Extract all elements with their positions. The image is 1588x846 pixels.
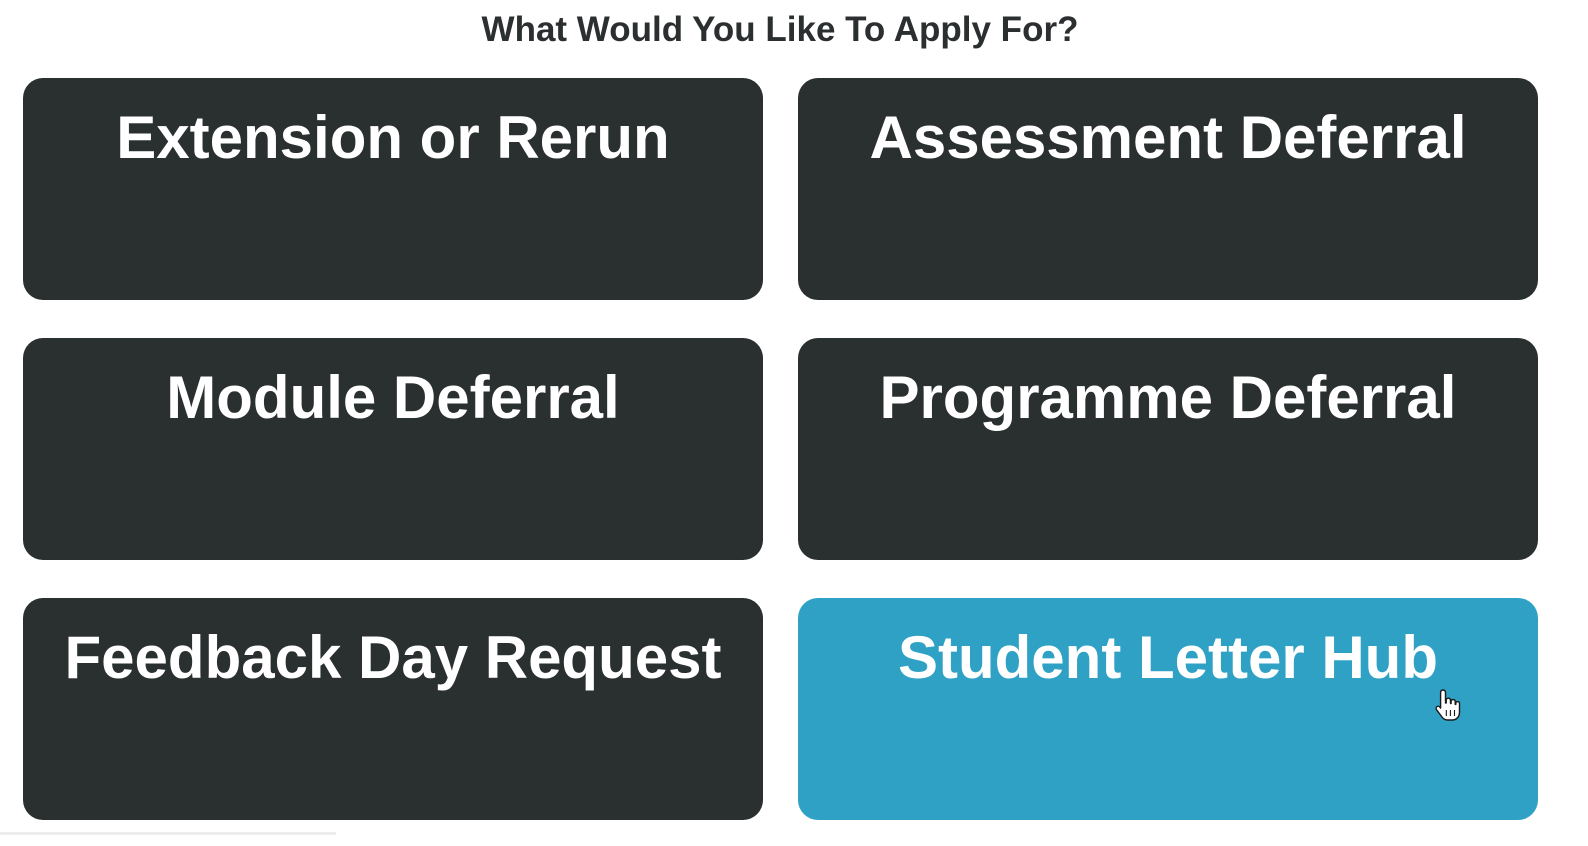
page-title: What Would You Like To Apply For?	[481, 10, 1079, 49]
student-letter-hub-button[interactable]: Student Letter Hub	[798, 598, 1538, 820]
feedback-day-request-button[interactable]: Feedback Day Request	[23, 598, 763, 820]
tile-label: Feedback Day Request	[64, 624, 722, 691]
tile-label: Module Deferral	[166, 364, 620, 431]
tile-label: Programme Deferral	[879, 364, 1457, 431]
divider	[0, 832, 336, 835]
tile-label: Student Letter Hub	[898, 624, 1438, 691]
extension-or-rerun-button[interactable]: Extension or Rerun	[23, 78, 763, 300]
module-deferral-button[interactable]: Module Deferral	[23, 338, 763, 560]
assessment-deferral-button[interactable]: Assessment Deferral	[798, 78, 1538, 300]
tile-label: Assessment Deferral	[869, 104, 1467, 171]
programme-deferral-button[interactable]: Programme Deferral	[798, 338, 1538, 560]
tile-label: Extension or Rerun	[116, 104, 670, 171]
application-selection-page: What Would You Like To Apply For? Extens…	[0, 0, 1588, 846]
